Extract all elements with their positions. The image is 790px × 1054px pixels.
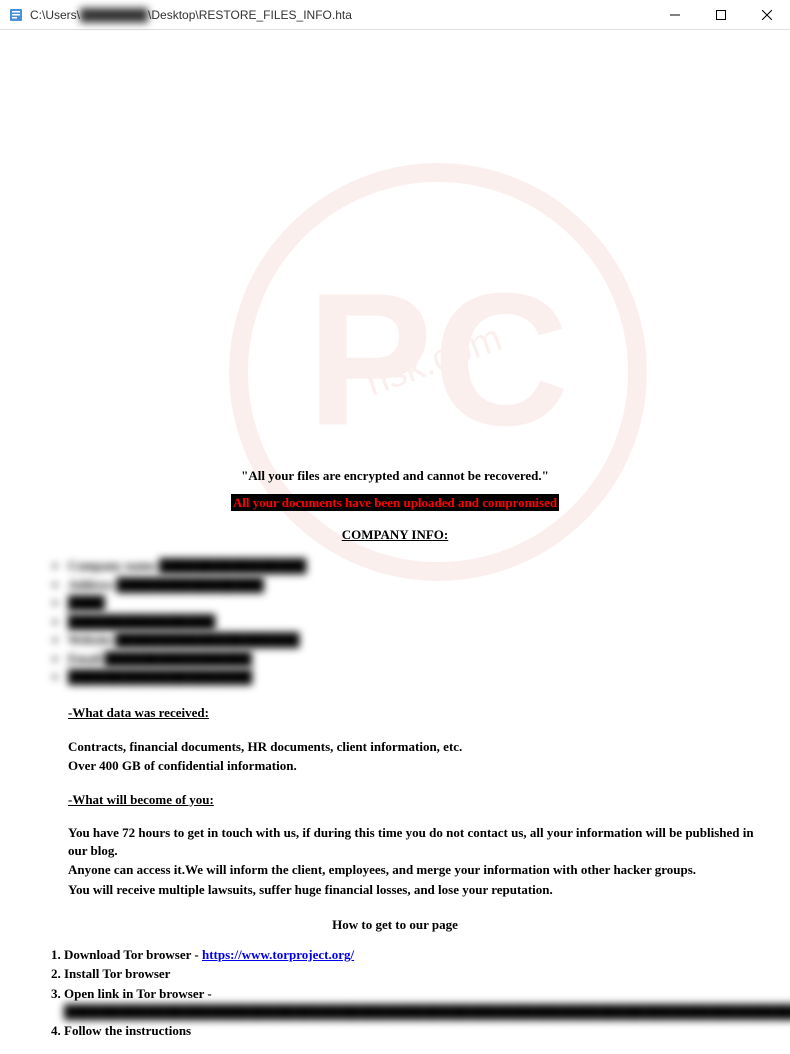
list-item: Address ████████████████ (68, 576, 762, 594)
list-item: ████████████████ (68, 613, 762, 631)
list-item: Email ████████████████ (68, 650, 762, 668)
step-text: Open link in Tor browser - (64, 986, 212, 1001)
steps-list: Download Tor browser - https://www.torpr… (64, 946, 762, 1040)
section-data-received: -What data was received: (68, 704, 762, 722)
minimize-button[interactable] (652, 0, 698, 30)
headline-uploaded: All your documents have been uploaded an… (231, 494, 559, 511)
window-controls (652, 0, 790, 30)
svg-text:risk.com: risk.com (361, 317, 508, 405)
section-what-become: -What will become of you: (68, 791, 762, 809)
step-follow: Follow the instructions (64, 1022, 762, 1040)
headline-uploaded-wrap: All your documents have been uploaded an… (28, 494, 762, 512)
app-icon (8, 7, 24, 23)
step-open: Open link in Tor browser - █████████████… (64, 985, 762, 1020)
window-titlebar: C:\Users\ ████████ \Desktop\RESTORE_FILE… (0, 0, 790, 30)
become-text: You have 72 hours to get in touch with u… (68, 824, 762, 859)
company-info-list: Company name ████████████████ Address ██… (68, 557, 762, 686)
howto-header: How to get to our page (28, 916, 762, 934)
svg-text:PC: PC (307, 255, 570, 466)
list-item: ████████████████████ (68, 668, 762, 686)
tor-link[interactable]: https://www.torproject.org/ (202, 947, 354, 962)
titlebar-path-prefix: C:\Users\ (30, 8, 80, 22)
received-text: Over 400 GB of confidential information. (68, 757, 762, 775)
titlebar-path-suffix: \Desktop\RESTORE_FILES_INFO.hta (148, 8, 352, 22)
become-text: Anyone can access it.We will inform the … (68, 861, 762, 879)
step-download: Download Tor browser - https://www.torpr… (64, 946, 762, 964)
document-body: PC risk.com "All your files are encrypte… (0, 30, 790, 1054)
titlebar-path-redacted: ████████ (80, 8, 148, 22)
list-item: Website ████████████████████ (68, 631, 762, 649)
onion-link-redacted: ████████████████████████████████████████… (64, 1004, 790, 1019)
become-text: You will receive multiple lawsuits, suff… (68, 881, 762, 899)
company-info-header: COMPANY INFO: (28, 526, 762, 544)
list-item: Company name ████████████████ (68, 557, 762, 575)
watermark-logo: PC risk.com (228, 162, 648, 582)
list-item: ████ (68, 594, 762, 612)
received-text: Contracts, financial documents, HR docum… (68, 738, 762, 756)
step-text: Download Tor browser - (64, 947, 202, 962)
maximize-button[interactable] (698, 0, 744, 30)
step-install: Install Tor browser (64, 965, 762, 983)
headline-encrypted: "All your files are encrypted and cannot… (28, 467, 762, 485)
close-button[interactable] (744, 0, 790, 30)
